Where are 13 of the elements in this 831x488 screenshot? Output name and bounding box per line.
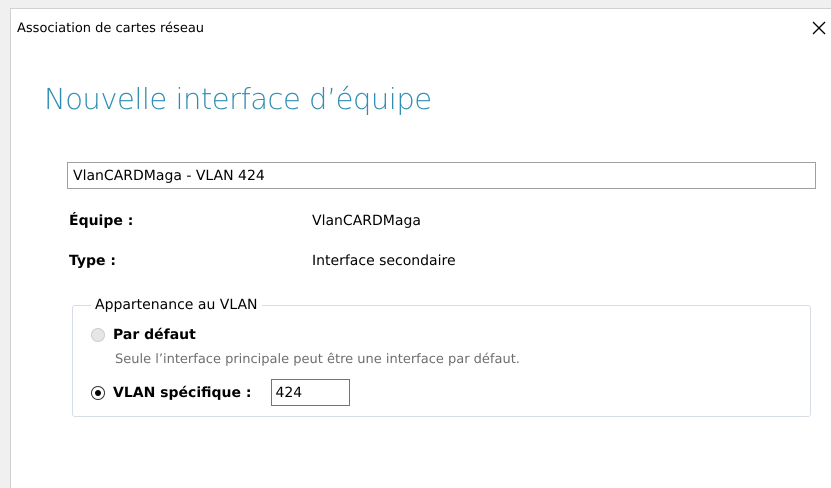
name-input-field[interactable]: VlanCARDMaga - VLAN 424 xyxy=(67,162,816,189)
vlan-id-field[interactable]: 424 xyxy=(271,379,350,406)
option-note: Seule l’interface principale peut être une interface par défaut. xyxy=(115,352,521,367)
detail-value: Interface secondaire xyxy=(312,253,457,269)
page-heading: Nouvelle interface d’équipe xyxy=(44,82,433,116)
detail-label: Équipe : xyxy=(69,213,134,229)
detail-label: Type : xyxy=(69,253,118,269)
radio-button[interactable] xyxy=(91,386,105,400)
close-icon[interactable] xyxy=(811,20,827,36)
window-title: Association de cartes réseau xyxy=(17,20,204,36)
group-title: Appartenance au VLAN xyxy=(94,297,259,313)
detail-value: VlanCARDMaga xyxy=(312,213,422,229)
option-label[interactable]: VLAN spécifique : xyxy=(113,384,252,400)
